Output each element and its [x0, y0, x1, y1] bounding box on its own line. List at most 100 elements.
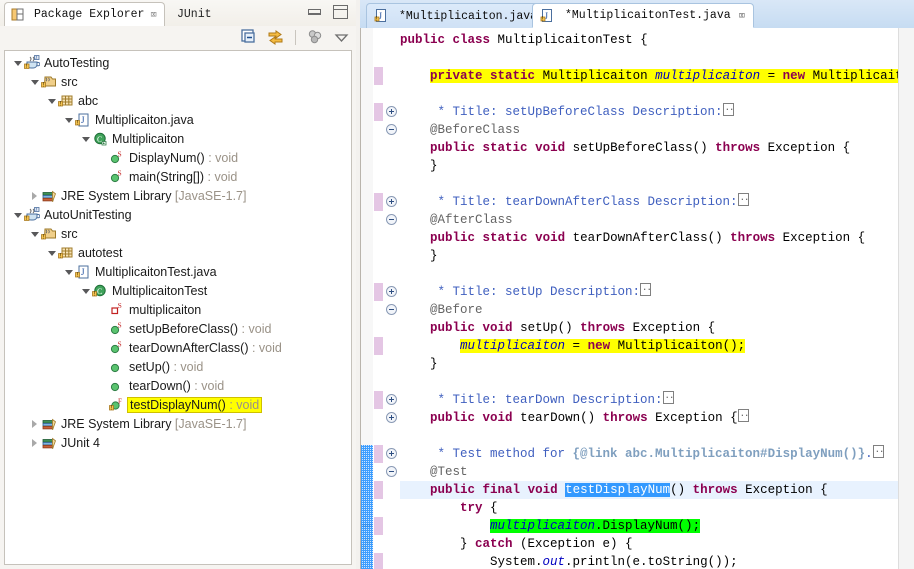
tree-item[interactable]: S DisplayNum() : void — [5, 148, 351, 167]
fold-expand-icon[interactable] — [386, 448, 397, 459]
code-line[interactable]: public static void setUpBeforeClass() th… — [400, 139, 898, 157]
code-line[interactable] — [400, 373, 898, 391]
view-dropdown-icon[interactable] — [333, 29, 350, 46]
fold-expand-icon[interactable] — [386, 196, 397, 207]
expand-arrow-open-icon[interactable] — [79, 288, 92, 294]
tree-item[interactable]: J! AutoUnitTesting — [5, 205, 351, 224]
tree-item-label-wrap: testDisplayNum() : void — [127, 396, 263, 413]
fold-expand-icon[interactable] — [386, 286, 397, 297]
tree-item[interactable]: SsetUpBeforeClass() : void — [5, 319, 351, 338]
fold-collapse-icon[interactable] — [386, 304, 397, 315]
code-line[interactable]: * Title: tearDown Description: — [400, 387, 898, 409]
code-line[interactable]: } — [400, 247, 898, 265]
tree-item[interactable]: F! testDisplayNum() : void — [5, 395, 351, 414]
vertical-scrollbar-thumb[interactable] — [361, 445, 373, 569]
tree-item[interactable]: J! AutoTesting — [5, 53, 351, 72]
code-line[interactable]: } — [400, 157, 898, 175]
code-line[interactable]: @Test — [400, 463, 898, 481]
code-line[interactable]: * Title: setUpBeforeClass Description: — [400, 99, 898, 121]
expand-arrow-open-icon[interactable] — [45, 250, 58, 256]
expand-arrow-open-icon[interactable] — [11, 212, 24, 218]
expand-arrow-open-icon[interactable] — [62, 117, 75, 123]
expand-arrow-closed-icon[interactable] — [28, 419, 41, 428]
folded-region-icon[interactable] — [662, 387, 674, 405]
collapse-all-icon[interactable] — [241, 29, 258, 46]
minimize-icon[interactable] — [308, 5, 321, 15]
folded-region-icon[interactable] — [737, 405, 749, 423]
code-editor[interactable]: public class MultiplicaitonTest { privat… — [360, 28, 914, 569]
fold-collapse-icon[interactable] — [386, 214, 397, 225]
code-line[interactable]: @AfterClass — [400, 211, 898, 229]
editor-tab-multiplicaiton[interactable]: J ! *Multiplicaiton.java — [366, 3, 547, 28]
tree-item[interactable]: ! abc — [5, 91, 351, 110]
tree-item[interactable]: JRE System Library [JavaSE-1.7] — [5, 186, 351, 205]
source-text[interactable]: public class MultiplicaitonTest { privat… — [400, 28, 898, 569]
expand-arrow-open-icon[interactable] — [28, 231, 41, 237]
fold-collapse-icon[interactable] — [386, 466, 397, 477]
close-icon[interactable]: ⌧ — [150, 8, 157, 22]
tree-item[interactable]: J! Multiplicaiton.java — [5, 110, 351, 129]
expand-arrow-open-icon[interactable] — [45, 98, 58, 104]
code-line[interactable]: } catch (Exception e) { — [400, 535, 898, 553]
code-line[interactable]: private static Multiplicaiton multiplica… — [400, 67, 898, 85]
tree-item[interactable]: Smain(String[]) : void — [5, 167, 351, 186]
code-line[interactable]: public void setUp() throws Exception { — [400, 319, 898, 337]
code-line[interactable]: * Title: tearDownAfterClass Description: — [400, 189, 898, 211]
tree-item[interactable]: setUp() : void — [5, 357, 351, 376]
code-line[interactable] — [400, 85, 898, 103]
code-line[interactable]: public static void tearDownAfterClass() … — [400, 229, 898, 247]
code-line[interactable]: public final void testDisplayNum() throw… — [400, 481, 898, 499]
tree-item[interactable]: JUnit 4 — [5, 433, 351, 452]
link-with-editor-icon[interactable] — [267, 29, 284, 46]
expand-arrow-open-icon[interactable] — [62, 269, 75, 275]
tree-item[interactable]: ! src — [5, 224, 351, 243]
code-line[interactable]: try { — [400, 499, 898, 517]
fold-expand-icon[interactable] — [386, 412, 397, 423]
expand-arrow-open-icon[interactable] — [28, 79, 41, 85]
tree-item[interactable]: JRE System Library [JavaSE-1.7] — [5, 414, 351, 433]
change-marker — [374, 445, 383, 463]
folded-region-icon[interactable] — [872, 441, 884, 459]
close-icon[interactable]: ⌧ — [739, 9, 746, 23]
expand-arrow-closed-icon[interactable] — [28, 438, 41, 447]
tree-item[interactable]: ! src — [5, 72, 351, 91]
folding-ruler[interactable] — [384, 28, 400, 569]
expand-arrow-open-icon[interactable] — [11, 60, 24, 66]
tree-item[interactable]: J! MultiplicaitonTest.java — [5, 262, 351, 281]
code-line[interactable]: * Title: setUp Description: — [400, 279, 898, 301]
expand-arrow-open-icon[interactable] — [79, 136, 92, 142]
tree-item-label: multiplicaiton — [129, 302, 202, 317]
tree-item[interactable]: ! autotest — [5, 243, 351, 262]
code-line[interactable]: * Test method for {@link abc.Multiplicai… — [400, 441, 898, 463]
expand-arrow-closed-icon[interactable] — [28, 191, 41, 200]
code-line[interactable]: @Before — [400, 301, 898, 319]
tree-item[interactable]: C Multiplicaiton — [5, 129, 351, 148]
code-line[interactable]: @BeforeClass — [400, 121, 898, 139]
fold-expand-icon[interactable] — [386, 106, 397, 117]
fold-expand-icon[interactable] — [386, 394, 397, 405]
code-line[interactable]: public void tearDown() throws Exception … — [400, 405, 898, 427]
code-line[interactable]: multiplicaiton = new Multiplicaiton(); — [400, 337, 898, 355]
folded-region-icon[interactable] — [722, 99, 734, 117]
tree-item[interactable]: tearDown() : void — [5, 376, 351, 395]
code-line[interactable] — [400, 49, 898, 67]
code-line[interactable]: } — [400, 355, 898, 373]
code-line[interactable] — [400, 175, 898, 193]
view-menu-icon[interactable] — [307, 29, 324, 46]
folded-region-icon[interactable] — [737, 189, 749, 207]
code-line[interactable]: System.out.println(e.toString()); — [400, 553, 898, 569]
tab-package-explorer[interactable]: Package Explorer ⌧ — [4, 2, 166, 26]
fold-collapse-icon[interactable] — [386, 124, 397, 135]
code-line[interactable] — [400, 427, 898, 445]
maximize-icon[interactable] — [333, 5, 348, 19]
tree-item[interactable]: C! MultiplicaitonTest — [5, 281, 351, 300]
code-line[interactable]: multiplicaiton.DisplayNum(); — [400, 517, 898, 535]
package-explorer-tree[interactable]: J! AutoTesting! src! abc J! Multiplicaiton.ja… — [4, 50, 352, 565]
tree-item-suffix: : void — [207, 169, 238, 184]
overview-ruler[interactable] — [898, 28, 914, 569]
editor-tab-multiplicaitontest[interactable]: J ! *MultiplicaitonTest.java ⌧ — [532, 3, 755, 28]
tree-item[interactable]: Smultiplicaiton — [5, 300, 351, 319]
folded-region-icon[interactable] — [640, 279, 652, 297]
tree-item[interactable]: StearDownAfterClass() : void — [5, 338, 351, 357]
code-line[interactable]: public class MultiplicaitonTest { — [400, 31, 898, 49]
